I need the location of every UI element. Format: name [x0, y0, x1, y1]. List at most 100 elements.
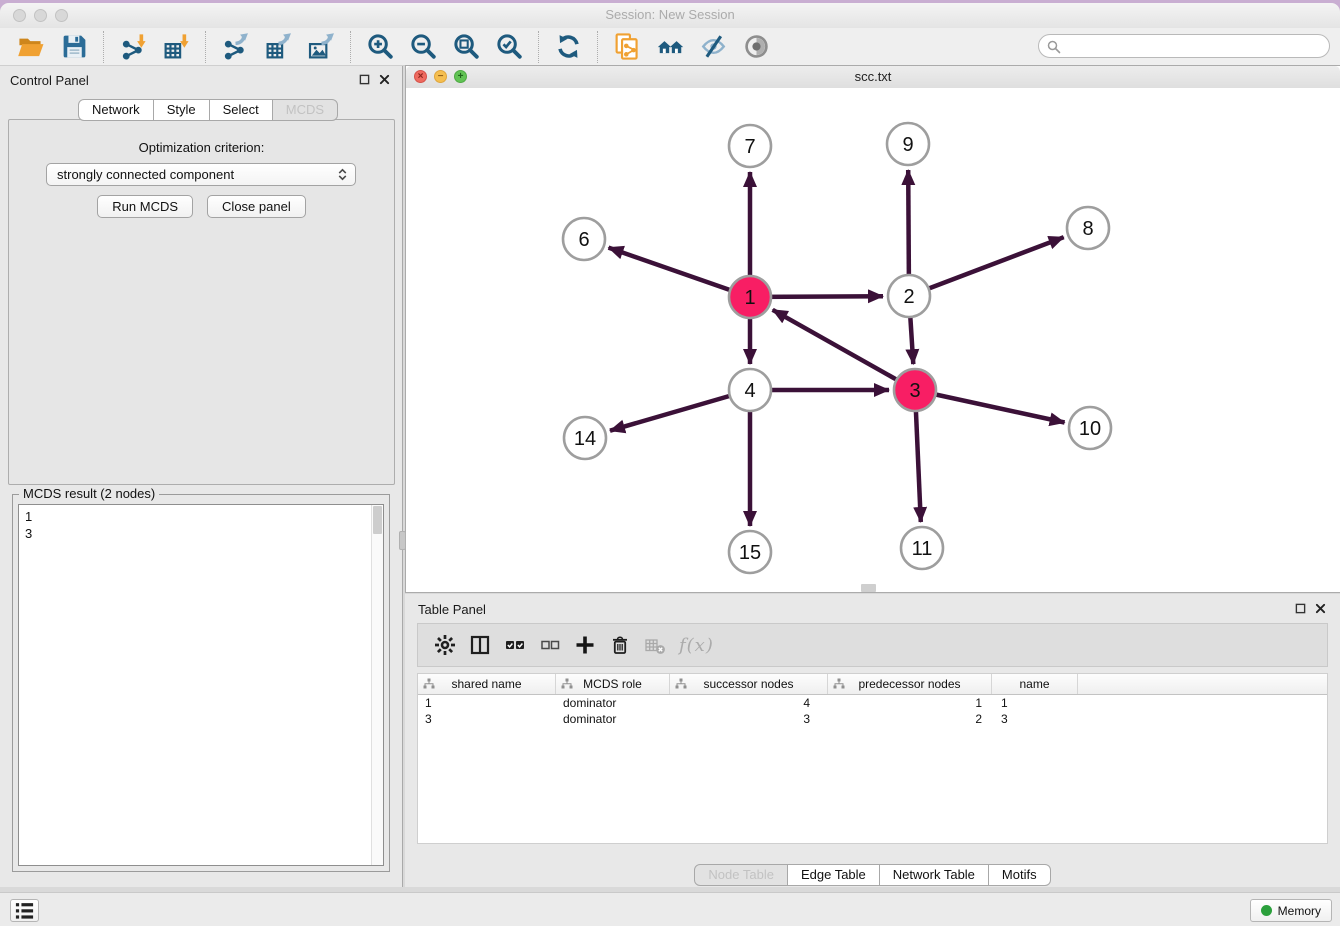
node-6[interactable]: 6 — [563, 218, 605, 260]
table-cell[interactable]: 1 — [992, 696, 1078, 710]
close-panel-button[interactable]: Close panel — [207, 195, 306, 218]
edge-2-8[interactable] — [909, 237, 1064, 296]
open-session-icon — [17, 32, 46, 61]
clone-network-button[interactable] — [611, 30, 644, 63]
node-1[interactable]: 1 — [729, 276, 771, 318]
toolbar-divider — [350, 31, 352, 63]
attribute-tree-icon — [561, 678, 573, 693]
delete-column-icon — [609, 634, 631, 656]
table-cell[interactable]: 2 — [828, 712, 992, 726]
network-window-title: scc.txt — [406, 69, 1340, 84]
edge-1-6[interactable] — [609, 248, 751, 297]
control-tab-mcds[interactable]: MCDS — [272, 99, 338, 121]
task-history-button[interactable] — [10, 899, 39, 922]
panel-splitter-handle[interactable] — [399, 531, 406, 550]
table-tab-edge-table[interactable]: Edge Table — [787, 864, 880, 886]
svg-text:2: 2 — [903, 286, 914, 308]
float-table-panel-icon[interactable] — [1295, 603, 1306, 614]
first-neighbors-icon — [656, 32, 685, 61]
first-neighbors-button[interactable] — [654, 30, 687, 63]
add-column-button[interactable] — [572, 632, 598, 658]
node-3[interactable]: 3 — [894, 369, 936, 411]
select-all-button[interactable] — [502, 632, 528, 658]
search-input[interactable] — [1065, 37, 1325, 55]
table-cell[interactable]: dominator — [556, 712, 670, 726]
column-settings-button[interactable] — [432, 632, 458, 658]
zoom-in-button[interactable] — [364, 30, 397, 63]
network-canvas[interactable]: 7 9 6 8 1 2 4 3 14 10 15 11 — [406, 88, 1340, 592]
export-table-button[interactable] — [262, 30, 295, 63]
column-header-predecessor-nodes[interactable]: predecessor nodes — [828, 674, 992, 694]
table-tab-node-table[interactable]: Node Table — [694, 864, 788, 886]
canvas-splitter-handle[interactable] — [861, 584, 876, 592]
table-cell[interactable]: 3 — [670, 712, 828, 726]
criterion-select[interactable]: strongly connected component — [46, 163, 356, 186]
edge-3-10[interactable] — [915, 390, 1065, 423]
column-layout-button[interactable] — [467, 632, 493, 658]
control-panel-tabs: NetworkStyleSelectMCDS — [78, 99, 338, 121]
close-table-panel-icon[interactable] — [1315, 603, 1326, 614]
node-9[interactable]: 9 — [887, 123, 929, 165]
main-toolbar — [0, 28, 1340, 66]
close-panel-icon[interactable] — [379, 74, 390, 85]
result-scrollbar[interactable] — [371, 505, 383, 865]
import-table-button[interactable] — [160, 30, 193, 63]
node-4[interactable]: 4 — [729, 369, 771, 411]
table-cell[interactable]: 3 — [992, 712, 1078, 726]
node-15[interactable]: 15 — [729, 531, 771, 573]
node-10[interactable]: 10 — [1069, 407, 1111, 449]
node-2[interactable]: 2 — [888, 275, 930, 317]
delete-table-icon — [644, 634, 666, 656]
open-session-button[interactable] — [15, 30, 48, 63]
table-tab-motifs[interactable]: Motifs — [988, 864, 1051, 886]
svg-text:6: 6 — [578, 229, 589, 251]
node-7[interactable]: 7 — [729, 125, 771, 167]
export-image-button[interactable] — [305, 30, 338, 63]
edge-3-1[interactable] — [773, 310, 915, 390]
control-tab-style[interactable]: Style — [153, 99, 210, 121]
show-all-button[interactable] — [740, 30, 773, 63]
control-tab-network[interactable]: Network — [78, 99, 154, 121]
zoom-fit-icon — [452, 32, 481, 61]
toolbar-divider — [597, 31, 599, 63]
mcds-result-list[interactable]: 1 3 — [18, 504, 384, 866]
hide-selected-button[interactable] — [697, 30, 730, 63]
column-header-name[interactable]: name — [992, 674, 1078, 694]
table-cell[interactable]: 4 — [670, 696, 828, 710]
table-cell[interactable]: 1 — [828, 696, 992, 710]
refresh-view-button[interactable] — [552, 30, 585, 63]
table-cell[interactable]: 3 — [418, 712, 556, 726]
run-mcds-button[interactable]: Run MCDS — [97, 195, 193, 218]
zoom-out-button[interactable] — [407, 30, 440, 63]
delete-column-button[interactable] — [607, 632, 633, 658]
search-box — [1038, 34, 1330, 58]
table-row[interactable]: 3dominator323 — [418, 711, 1327, 727]
import-network-button[interactable] — [117, 30, 150, 63]
column-settings-icon — [434, 634, 456, 656]
network-window-titlebar: × − + scc.txt — [406, 66, 1340, 89]
control-tab-select[interactable]: Select — [209, 99, 273, 121]
table-tab-network-table[interactable]: Network Table — [879, 864, 989, 886]
deselect-all-button[interactable] — [537, 632, 563, 658]
column-header-MCDS-role[interactable]: MCDS role — [556, 674, 670, 694]
export-network-icon — [221, 32, 250, 61]
table-cell[interactable]: dominator — [556, 696, 670, 710]
node-8[interactable]: 8 — [1067, 207, 1109, 249]
svg-text:10: 10 — [1079, 418, 1101, 440]
float-panel-icon[interactable] — [359, 74, 370, 85]
zoom-selected-button[interactable] — [493, 30, 526, 63]
column-header-shared-name[interactable]: shared name — [418, 674, 556, 694]
save-session-button[interactable] — [58, 30, 91, 63]
node-14[interactable]: 14 — [564, 417, 606, 459]
show-all-icon — [742, 32, 771, 61]
export-network-button[interactable] — [219, 30, 252, 63]
table-toolbar: f(x) — [417, 623, 1328, 667]
table-cell[interactable]: 1 — [418, 696, 556, 710]
node-11[interactable]: 11 — [901, 527, 943, 569]
table-row[interactable]: 1dominator411 — [418, 695, 1327, 711]
memory-button[interactable]: Memory — [1250, 899, 1332, 922]
zoom-fit-button[interactable] — [450, 30, 483, 63]
function-builder-icon: f(x) — [679, 635, 714, 656]
column-header-successor-nodes[interactable]: successor nodes — [670, 674, 828, 694]
hide-selected-icon — [699, 32, 728, 61]
